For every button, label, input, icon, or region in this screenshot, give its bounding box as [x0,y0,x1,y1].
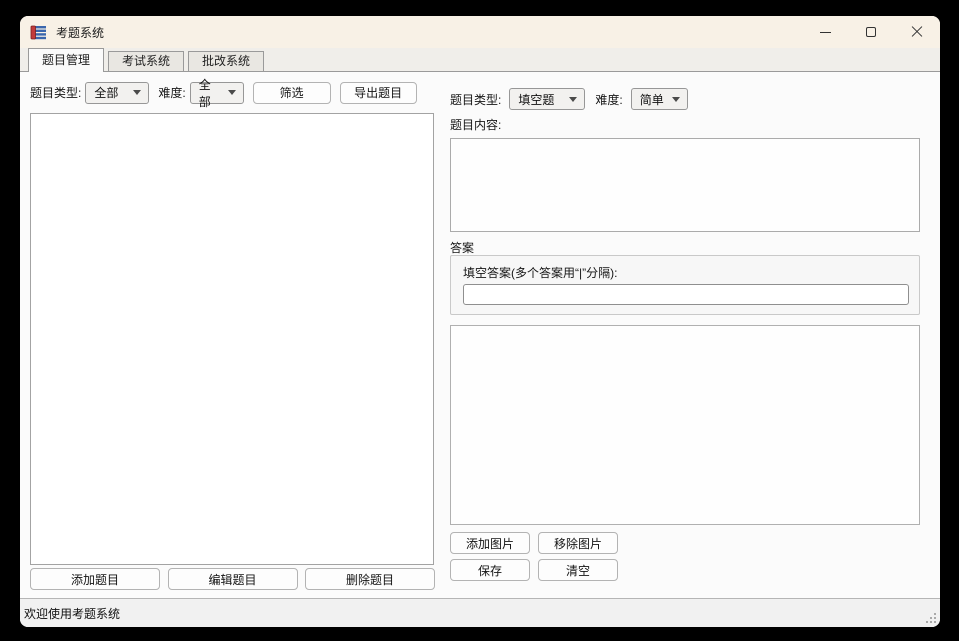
chevron-down-icon [672,97,680,102]
close-icon [911,26,923,38]
status-bar: 欢迎使用考题系统 [20,598,940,627]
chevron-down-icon [228,90,236,95]
add-question-button[interactable]: 添加题目 [30,568,160,590]
window-controls [802,16,940,48]
app-window: 考题系统 题目管理 考试系统 批改系统 题目类型: [20,16,940,627]
remove-image-button[interactable]: 移除图片 [538,532,618,554]
question-content-label: 题目内容: [450,116,501,133]
tab-bar: 题目管理 考试系统 批改系统 [20,48,940,72]
chevron-down-icon [569,97,577,102]
type-filter-dropdown[interactable]: 全部 [85,82,149,104]
tab-question-management[interactable]: 题目管理 [28,48,104,72]
close-button[interactable] [894,16,940,48]
question-content-textarea[interactable] [450,138,920,232]
question-actions-row: 添加题目 编辑题目 删除题目 [30,568,435,590]
maximize-icon [866,27,876,37]
answer-input[interactable] [463,284,909,305]
filter-row: 题目类型: 全部 难度: 全部 筛选 导出题目 [30,81,434,104]
delete-question-button[interactable]: 删除题目 [305,568,435,590]
editor-type-value: 填空题 [518,91,554,108]
question-list[interactable] [30,113,434,565]
chevron-down-icon [133,90,141,95]
difficulty-filter-dropdown[interactable]: 全部 [190,82,244,104]
answer-groupbox: 填空答案(多个答案用“|”分隔): [450,255,920,315]
type-filter-value: 全部 [94,84,118,101]
editor-type-row: 题目类型: 填空题 难度: 简单 [450,87,688,111]
filter-button[interactable]: 筛选 [253,82,331,104]
clear-button[interactable]: 清空 [538,559,618,581]
type-filter-label: 题目类型: [30,84,81,101]
minimize-button[interactable] [802,16,848,48]
minimize-icon [820,32,831,33]
status-text: 欢迎使用考题系统 [24,605,120,622]
title-bar[interactable]: 考题系统 [20,16,940,48]
image-preview-area[interactable] [450,325,920,525]
maximize-button[interactable] [848,16,894,48]
editor-difficulty-dropdown[interactable]: 简单 [631,88,688,110]
desktop-background: 考题系统 题目管理 考试系统 批改系统 题目类型: [0,0,959,641]
app-icon [30,25,47,40]
edit-question-button[interactable]: 编辑题目 [168,568,298,590]
editor-type-label: 题目类型: [450,91,501,108]
difficulty-filter-label: 难度: [158,84,185,101]
window-title: 考题系统 [56,24,104,41]
tab-grading-system[interactable]: 批改系统 [188,51,264,71]
save-button[interactable]: 保存 [450,559,530,581]
question-management-page: 题目类型: 全部 难度: 全部 筛选 导出题目 添加题目 编辑题目 删除题 [20,72,940,598]
difficulty-filter-value: 全部 [199,76,220,110]
resize-grip-icon[interactable] [924,611,936,623]
editor-difficulty-label: 难度: [595,91,622,108]
export-questions-button[interactable]: 导出题目 [340,82,417,104]
answer-hint-label: 填空答案(多个答案用“|”分隔): [463,264,617,281]
save-clear-row: 保存 清空 [450,559,618,581]
tab-exam-system[interactable]: 考试系统 [108,51,184,71]
question-editor-panel: 题目类型: 填空题 难度: 简单 题目内容: 答案 填空答案(多个答案用“|”分… [450,72,920,598]
editor-type-dropdown[interactable]: 填空题 [509,88,585,110]
add-image-button[interactable]: 添加图片 [450,532,530,554]
answer-section-label: 答案 [450,239,474,256]
editor-difficulty-value: 简单 [640,91,664,108]
image-buttons-row: 添加图片 移除图片 [450,532,618,554]
